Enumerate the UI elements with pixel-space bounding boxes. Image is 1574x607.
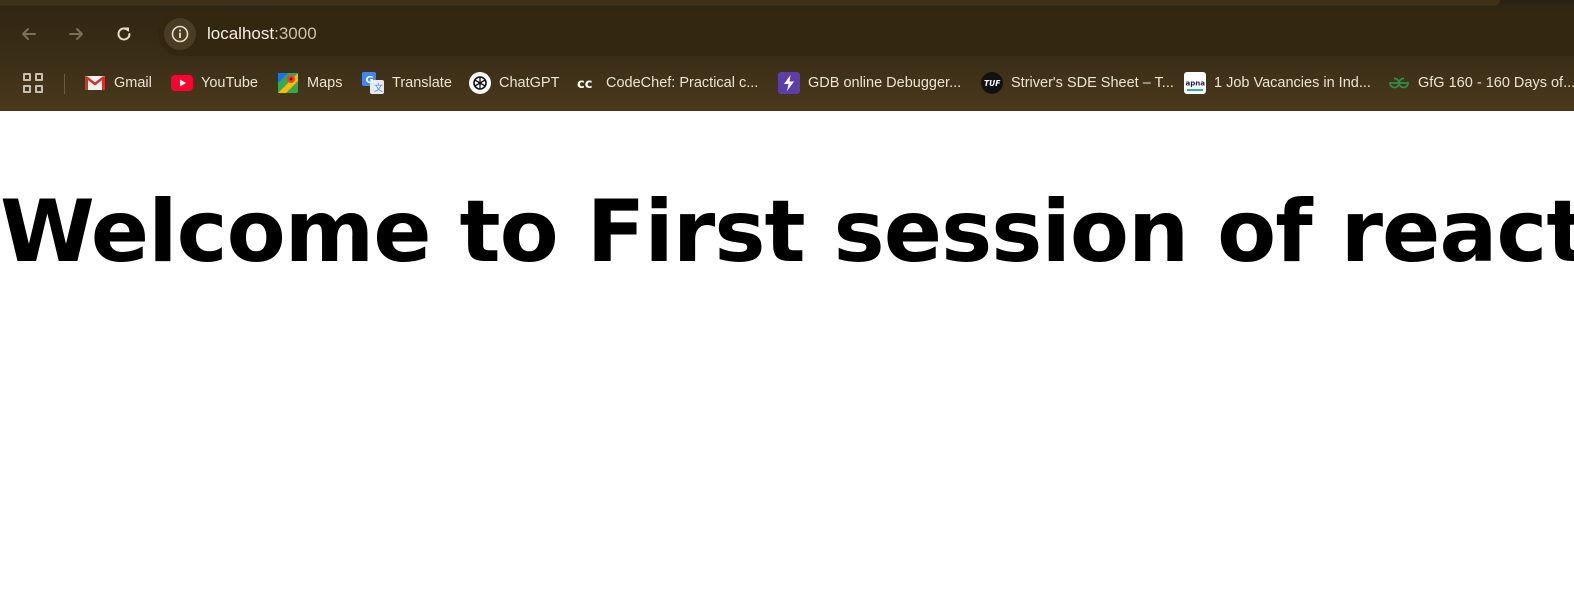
bookmark-apna[interactable]: apna 1 Job Vacancies in Ind...: [1184, 70, 1371, 96]
bookmark-label: Striver's SDE Sheet – T...: [1011, 75, 1174, 91]
apps-grid-icon[interactable]: [22, 72, 44, 94]
url-text[interactable]: localhost:3000: [207, 24, 317, 44]
bookmark-gfg[interactable]: GfG 160 - 160 Days of...: [1388, 70, 1574, 96]
url-host: localhost: [207, 24, 275, 43]
chatgpt-icon: [469, 72, 491, 94]
bookmark-label: Translate: [392, 75, 452, 91]
bookmark-label: YouTube: [201, 75, 258, 91]
codechef-icon: cc: [576, 72, 598, 94]
svg-text:G: G: [366, 75, 374, 86]
bookmarks-separator: [64, 74, 65, 94]
arrow-left-icon: [22, 28, 36, 40]
bookmark-chatgpt[interactable]: ChatGPT: [469, 70, 559, 96]
browser-chrome: localhost:3000 Gmail YouTube Maps G 文 Tr…: [0, 0, 1574, 111]
bookmark-codechef[interactable]: cc CodeChef: Practical c...: [576, 70, 758, 96]
svg-text:TUF: TUF: [984, 79, 1001, 88]
bookmark-label: GfG 160 - 160 Days of...: [1418, 75, 1574, 91]
gdb-icon: [778, 72, 800, 94]
svg-text:文: 文: [374, 82, 383, 94]
url-port: :3000: [274, 24, 317, 43]
site-info-button[interactable]: [164, 18, 196, 50]
active-tab-edge: [0, 0, 1500, 6]
bookmark-label: GDB online Debugger...: [808, 75, 962, 91]
bookmark-label: 1 Job Vacancies in Ind...: [1214, 75, 1371, 91]
arrow-right-icon: [69, 28, 83, 40]
reload-icon: [117, 27, 131, 41]
translate-icon: G 文: [362, 72, 384, 94]
bookmark-youtube[interactable]: YouTube: [171, 70, 258, 96]
bookmark-translate[interactable]: G 文 Translate: [362, 70, 452, 96]
bookmark-label: ChatGPT: [499, 75, 560, 91]
youtube-icon: [171, 72, 193, 94]
page-heading: Welcome to First session of react: [0, 182, 1574, 282]
svg-text:cc: cc: [577, 77, 592, 90]
reload-button[interactable]: [106, 12, 142, 56]
bookmark-maps[interactable]: Maps: [277, 70, 342, 96]
bookmark-gmail[interactable]: Gmail: [84, 70, 152, 96]
maps-icon: [277, 72, 299, 94]
forward-button[interactable]: [58, 12, 94, 56]
gmail-icon: [84, 72, 106, 94]
tuf-icon: TUF: [981, 72, 1003, 94]
info-icon: [171, 25, 189, 43]
bookmark-striver[interactable]: TUF Striver's SDE Sheet – T...: [981, 70, 1174, 96]
apna-icon: apna: [1184, 72, 1206, 94]
gfg-icon: [1388, 72, 1410, 94]
page-content: Welcome to First session of react: [0, 111, 1574, 607]
bookmark-gdb[interactable]: GDB online Debugger...: [778, 70, 961, 96]
address-bar[interactable]: localhost:3000: [158, 12, 1574, 56]
bookmark-label: CodeChef: Practical c...: [606, 75, 759, 91]
browser-toolbar: localhost:3000: [0, 12, 1574, 56]
bookmarks-bar: Gmail YouTube Maps G 文 Translate ChatGPT…: [0, 66, 1574, 100]
bookmark-label: Maps: [307, 75, 343, 91]
bookmark-label: Gmail: [114, 75, 152, 91]
svg-text:apna: apna: [1186, 80, 1206, 88]
back-button[interactable]: [11, 12, 47, 56]
